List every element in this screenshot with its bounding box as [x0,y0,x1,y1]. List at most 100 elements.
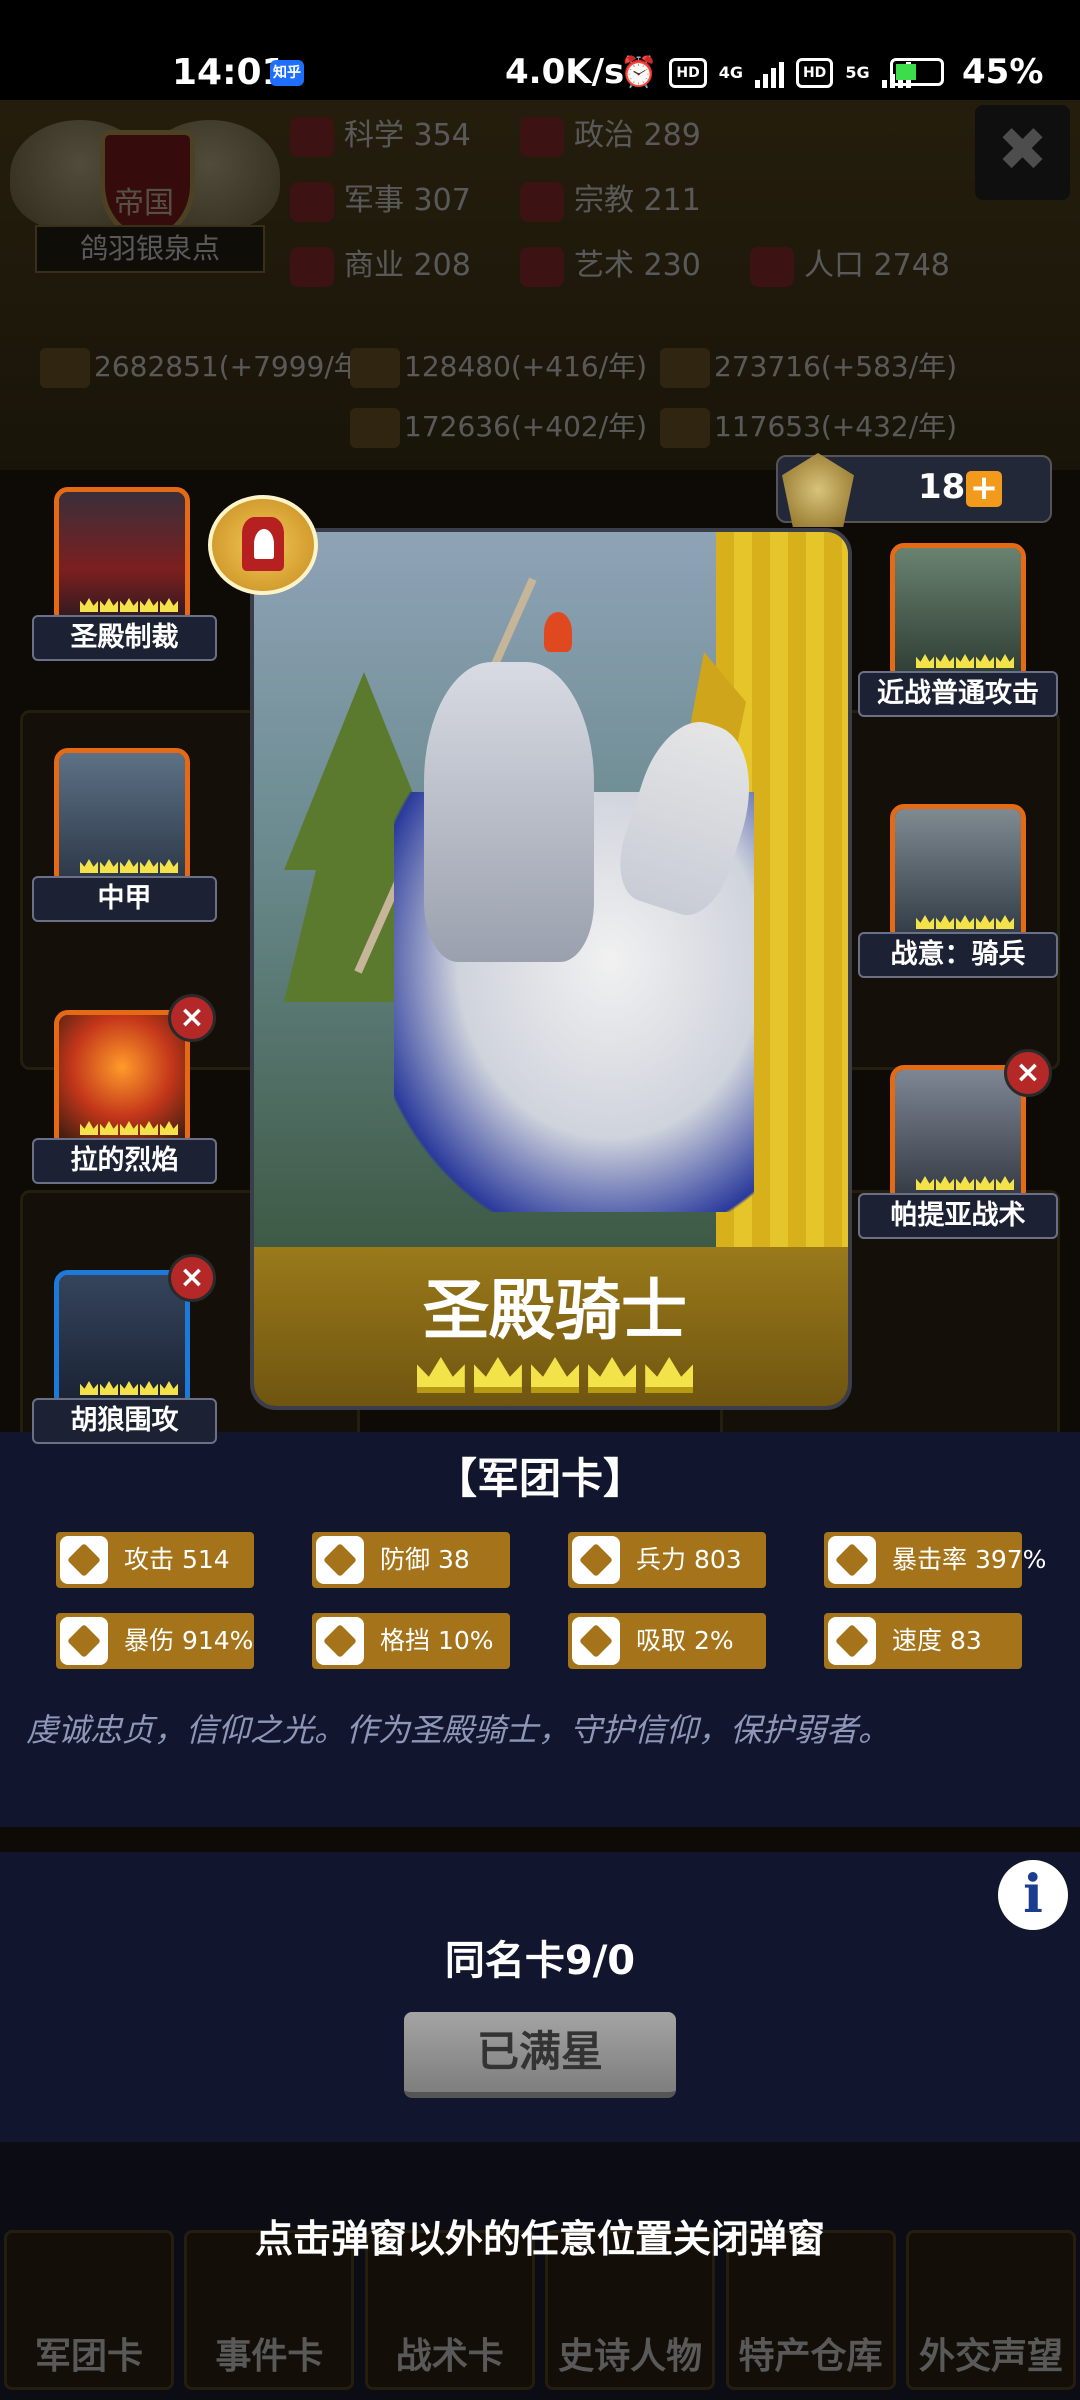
remove-skill-icon[interactable]: × [168,994,216,1042]
skill-thumbnail [54,748,190,888]
attr-speed: 速度 83 [824,1613,1022,1669]
add-medal-button[interactable]: + [966,471,1002,507]
defense-icon [316,1536,364,1584]
duplicate-card-count: 同名卡9/0 [444,1938,636,1984]
skill-ra-flame[interactable]: × 拉的烈焰 [32,994,242,1195]
max-star-button[interactable]: 已满星 [404,2012,676,2098]
gold-icon [40,348,90,388]
battery-percent: 45% [962,52,1044,92]
skill-label: 胡狼围攻 [32,1398,217,1444]
status-icons: ⏰ HD 4G HD 5G [620,55,911,90]
attr-lifesteal: 吸取 2% [568,1613,766,1669]
stat-population: 人口 2748 [750,240,950,287]
stat-military: 军事 307 [290,175,471,222]
skill-jackal-siege[interactable]: × 胡狼围攻 [32,1254,242,1455]
skill-thumbnail [890,1065,1026,1205]
skill-cavalry-spirit[interactable]: 战意：骑兵 [858,804,1078,989]
game-screen: 14:01 知乎 4.0K/s ⏰ HD 4G HD 5G 45% 帝国 鸽羽银… [0,0,1080,2400]
skill-crowns [69,858,185,877]
skill-thumbnail [54,487,190,627]
stat-commerce: 商业 208 [290,240,471,287]
place-name: 鸽羽银泉点 [35,225,265,273]
science-icon [290,116,334,157]
skill-thumbnail [54,1270,190,1410]
alarm-icon: ⏰ [620,55,658,90]
skill-label: 帕提亚战术 [858,1193,1058,1239]
stat-art: 艺术 230 [520,240,701,287]
resource-wood: 128480(+416/年) [350,345,647,388]
attr-troops: 兵力 803 [568,1532,766,1588]
block-icon [316,1617,364,1665]
iron-icon [660,348,710,388]
skill-label: 战意：骑兵 [858,932,1058,978]
skill-temple-sanction[interactable]: 圣殿制裁 [32,487,242,672]
empire-header: 帝国 鸽羽银泉点 科学 354 政治 289 军事 307 宗教 211 商业 … [0,100,1080,470]
medal-counter: 18 + [776,453,1052,527]
remove-skill-icon[interactable]: × [168,1254,216,1302]
crown-icon [416,1357,465,1393]
skill-crowns [905,653,1021,672]
food-icon [660,408,710,448]
skill-crowns [905,914,1021,933]
network-5g-label: 5G [845,63,870,82]
remove-skill-icon[interactable]: × [1004,1049,1052,1097]
skill-crowns [69,1380,185,1399]
skill-crowns [69,597,185,616]
attr-crit-rate: 暴击率 397% [824,1532,1046,1588]
background-close-icon: ✖ [975,105,1070,200]
lifesteal-icon [572,1617,620,1665]
attack-icon [60,1536,108,1584]
hd-icon-2: HD [795,57,834,88]
info-icon[interactable]: i [998,1860,1068,1930]
signal-icon [754,58,784,88]
speed-icon [828,1617,876,1665]
military-icon [290,181,334,222]
zhihu-app-icon: 知乎 [270,60,304,86]
medal-count: 18 [918,467,966,507]
resource-gold: 2682851(+7999/年) [40,345,373,388]
population-icon [750,246,794,287]
politics-icon [520,116,564,157]
stat-politics: 政治 289 [520,110,701,157]
skill-medium-armor[interactable]: 中甲 [32,748,242,933]
card-description: 虔诚忠贞，信仰之光。作为圣殿骑士，守护信仰，保护弱者。 [26,1711,891,1749]
skill-thumbnail [890,543,1026,683]
skill-label: 圣殿制裁 [32,615,217,661]
battery-icon [890,58,944,86]
stat-science: 科学 354 [290,110,471,157]
resource-food: 117653(+432/年) [660,405,957,448]
skill-crowns [905,1175,1021,1194]
commerce-icon [290,246,334,287]
hd-icon: HD [669,57,707,88]
network-4g-label: 4G [718,63,743,82]
helmet-plume-shape [544,612,572,652]
card-name-band: 圣殿骑士 [254,1247,848,1406]
wood-icon [350,348,400,388]
network-speed: 4.0K/s [505,52,625,92]
medal-emblem-icon [782,453,854,527]
skill-crowns [69,1120,185,1139]
resource-iron: 273716(+583/年) [660,345,957,388]
empire-title: 帝国 [114,186,174,221]
attr-block: 格挡 10% [312,1613,510,1669]
crit-damage-icon [60,1617,108,1665]
skill-label: 中甲 [32,876,217,922]
card-name: 圣殿骑士 [423,1272,687,1349]
crit-rate-icon [828,1536,876,1584]
stat-religion: 宗教 211 [520,175,701,222]
skill-label: 拉的烈焰 [32,1138,217,1184]
crown-icon [473,1357,522,1393]
attr-attack: 攻击 514 [56,1532,254,1588]
attr-defense: 防御 38 [312,1532,510,1588]
skill-thumbnail [54,1010,190,1150]
star-up-panel [0,1852,1080,2142]
art-icon [520,246,564,287]
knight-rider-shape [424,662,594,962]
knight-artwork [254,532,848,1247]
skill-parthian-tactics[interactable]: × 帕提亚战术 [858,1049,1078,1250]
close-hint[interactable]: 点击弹窗以外的任意位置关闭弹窗 [0,2208,1080,2263]
skill-label: 近战普通攻击 [858,671,1058,717]
skill-melee-attack[interactable]: 近战普通攻击 [858,543,1078,728]
card-star-rating [254,1357,848,1397]
resource-stone: 172636(+402/年) [350,405,647,448]
